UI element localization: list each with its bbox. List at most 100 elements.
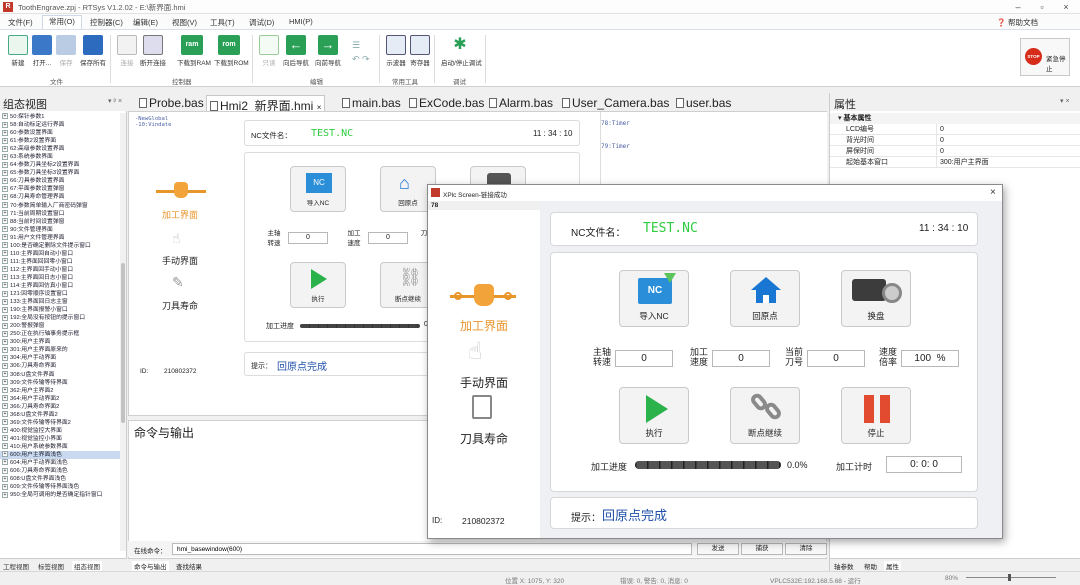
tab-user-bas[interactable]: user.bas: [673, 95, 734, 111]
tree-item[interactable]: +58:自动标定运行界面: [0, 121, 120, 129]
expand-icon[interactable]: +: [2, 161, 8, 168]
scroll-thumb[interactable]: [121, 263, 125, 423]
expand-icon[interactable]: +: [2, 290, 8, 297]
menu-debug[interactable]: 调试(D): [249, 17, 274, 28]
expand-icon[interactable]: +: [2, 346, 8, 353]
expand-icon[interactable]: +: [2, 362, 8, 369]
expand-icon[interactable]: +: [2, 314, 8, 321]
tree-item[interactable]: +71:当前周期设置窗口: [0, 210, 120, 218]
expand-icon[interactable]: +: [2, 129, 8, 136]
tab-help[interactable]: 帮助: [864, 561, 877, 571]
debug-toggle-button[interactable]: ✱ 启动/停止调试: [441, 35, 482, 67]
tree-item[interactable]: +63:系统参数界面: [0, 153, 120, 161]
tree-item[interactable]: +304:用户手动界面: [0, 354, 120, 362]
expand-icon[interactable]: +: [2, 201, 8, 208]
tree-item[interactable]: +192:全局没有按钮的提示窗口: [0, 314, 120, 322]
register-button[interactable]: 寄存器: [405, 35, 435, 67]
tab-label-view[interactable]: 标签视图: [38, 561, 64, 571]
expand-icon[interactable]: +: [2, 306, 8, 313]
menu-controller[interactable]: 控制器(C): [90, 17, 123, 28]
tree-item[interactable]: +410:用户系统参数界面: [0, 443, 120, 451]
expand-icon[interactable]: +: [2, 185, 8, 192]
help-docs-link[interactable]: ❓ 帮助文档: [997, 17, 1038, 28]
tree-item[interactable]: +400:视觉监控大界面: [0, 427, 120, 435]
tree-item[interactable]: +606:刀具寿命界面浅色: [0, 467, 120, 475]
tree-item[interactable]: +604:用户手动界面浅色: [0, 459, 120, 467]
expand-icon[interactable]: +: [2, 298, 8, 305]
download-ram-button[interactable]: ram 下载到RAM: [177, 35, 211, 67]
timer-78[interactable]: 78:Timer: [601, 120, 630, 127]
run-button[interactable]: 执行: [619, 387, 689, 444]
tree-item[interactable]: +368:U盘文件界面2: [0, 411, 120, 419]
expand-icon[interactable]: +: [2, 145, 8, 152]
tree-item[interactable]: +121:回零顺序设置窗口: [0, 290, 120, 298]
menu-hmi[interactable]: HMI(P): [289, 17, 313, 26]
zoom-slider-handle[interactable]: [1008, 574, 1011, 581]
tree-item[interactable]: +65:参数刀具坐标3设置界面: [0, 169, 120, 177]
expand-icon[interactable]: +: [2, 411, 8, 418]
property-row[interactable]: 起始基本窗口 300:用户主界面: [830, 157, 1080, 168]
expand-icon[interactable]: +: [2, 483, 8, 490]
tree-item[interactable]: +301:用户主界面原来的: [0, 346, 120, 354]
tree-item[interactable]: +64:参数刀具坐标2设置界面: [0, 161, 120, 169]
expand-icon[interactable]: +: [2, 274, 8, 281]
return-home-button[interactable]: 回原点: [730, 270, 800, 327]
expand-icon[interactable]: +: [2, 234, 8, 241]
tree-item[interactable]: +600:用户主界面浅色: [0, 450, 120, 460]
tree-item[interactable]: +308:U盘文件界面: [0, 370, 120, 379]
tree-item[interactable]: +609:文件传输等待界面浅色: [0, 483, 120, 491]
tree-item[interactable]: +68:刀具寿命管理界面: [0, 193, 120, 201]
expand-icon[interactable]: +: [2, 153, 8, 160]
nav-process-screen[interactable]: 加工界面: [428, 317, 540, 334]
property-row[interactable]: 屏保时间 0: [830, 146, 1080, 157]
disconnect-button[interactable]: 断开连接: [138, 35, 168, 67]
tree-scrollbar[interactable]: [120, 113, 126, 551]
tree-item[interactable]: +112:主界面回手动小窗口: [0, 266, 120, 274]
tab-user-camera-bas[interactable]: User_Camera.bas: [559, 95, 672, 111]
readonly-button[interactable]: 只读: [254, 35, 284, 67]
tab-excode-bas[interactable]: ExCode.bas: [406, 95, 487, 111]
nav-manual-screen[interactable]: 手动界面: [428, 374, 540, 391]
pin-icon[interactable]: ▾ ᵖ ×: [108, 97, 122, 105]
change-disc-button[interactable]: 换盘: [841, 270, 911, 327]
expand-icon[interactable]: +: [2, 379, 8, 386]
tab-properties[interactable]: 属性: [884, 561, 901, 571]
minimize-button[interactable]: –: [1010, 1, 1026, 13]
nav-tool-life[interactable]: 刀具寿命: [152, 299, 208, 312]
tree-item[interactable]: +608:U盘文件界面浅色: [0, 475, 120, 483]
command-input[interactable]: [172, 543, 692, 555]
tree-item[interactable]: +364:用户手动界面2: [0, 395, 120, 403]
download-rom-button[interactable]: rom 下载到ROM: [214, 35, 249, 67]
tab-command-output[interactable]: 命令与输出: [132, 561, 169, 571]
tree-item[interactable]: +70:参数简单输入厂商密码弹窗: [0, 201, 120, 210]
expand-icon[interactable]: +: [2, 467, 8, 474]
expand-icon[interactable]: +: [2, 177, 8, 184]
tree-item[interactable]: +306:刀具寿命界面: [0, 362, 120, 370]
capture-button[interactable]: 捕获: [741, 543, 783, 555]
stop-button[interactable]: 停止: [841, 387, 911, 444]
expand-icon[interactable]: +: [2, 169, 8, 176]
tree-item[interactable]: +401:视觉监控小界面: [0, 435, 120, 443]
menu-tools[interactable]: 工具(T): [210, 17, 235, 28]
tree-item[interactable]: +66:刀具参数设置界面: [0, 177, 120, 185]
tree-item[interactable]: +133:主界面回日志主窗: [0, 298, 120, 306]
expand-icon[interactable]: +: [2, 266, 8, 273]
tree-item[interactable]: +100:是否确定删除文件提示窗口: [0, 242, 120, 250]
tab-axis-params[interactable]: 轴参数: [834, 561, 854, 571]
run-button[interactable]: 执行: [290, 262, 346, 308]
expand-icon[interactable]: +: [2, 435, 8, 442]
send-button[interactable]: 发送: [697, 543, 739, 555]
menu-edit[interactable]: 编辑(E): [133, 17, 158, 28]
expand-icon[interactable]: +: [2, 403, 8, 410]
tab-search-results[interactable]: 查找结果: [176, 561, 202, 571]
nav-back-button[interactable]: ← 向后导航: [281, 35, 311, 67]
expand-icon[interactable]: +: [2, 491, 8, 498]
tree-item[interactable]: +67:平面参数设置弹窗: [0, 185, 120, 193]
close-button[interactable]: ×: [1058, 1, 1074, 13]
expand-icon[interactable]: +: [2, 193, 8, 200]
tree-item[interactable]: +369:文件传输等待界面2: [0, 419, 120, 427]
emergency-stop-button[interactable]: STOP 紧急停止: [1020, 38, 1070, 76]
expand-icon[interactable]: +: [2, 395, 8, 402]
tree-item[interactable]: +114:主界面回仿真小窗口: [0, 282, 120, 290]
expand-icon[interactable]: +: [2, 258, 8, 265]
